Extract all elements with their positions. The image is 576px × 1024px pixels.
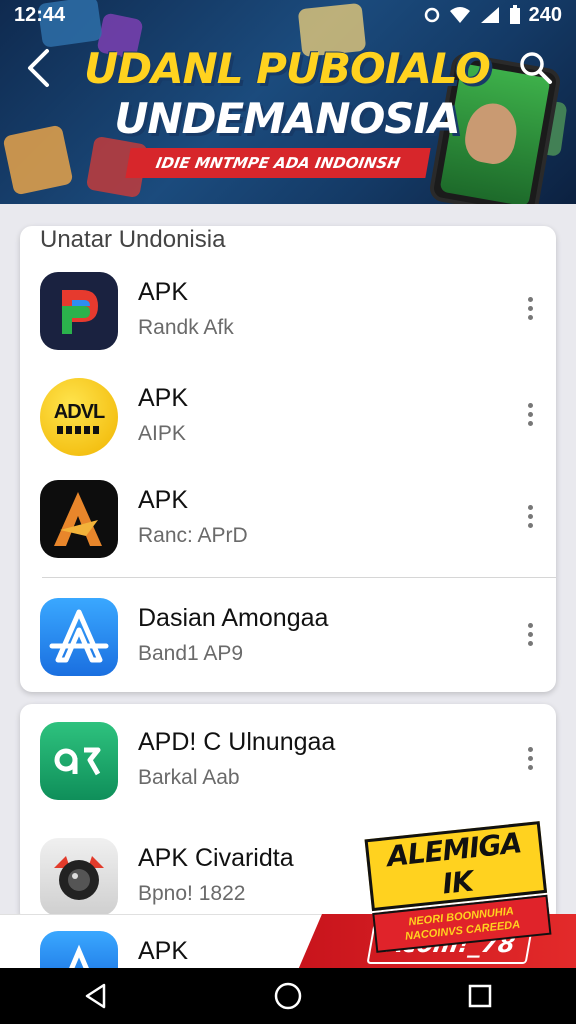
banner-ribbon: IDIE MNTMPE ADA INDOINSH <box>125 148 431 178</box>
battery-icon <box>509 5 520 24</box>
signal-icon <box>480 7 499 23</box>
green-apk-icon <box>40 722 118 800</box>
app-name: APK Civaridta <box>138 844 294 872</box>
more-options-icon[interactable] <box>518 614 542 654</box>
banner-title: UDANL PUBOIALO UNDEMANOSIA <box>52 44 522 144</box>
app-name: APK <box>138 486 189 514</box>
list-item[interactable]: Dasian Amongaa Band1 AP9 <box>20 586 556 686</box>
status-time: 12:44 <box>14 3 66 26</box>
back-arrow-icon <box>28 49 49 87</box>
app-name: APK <box>138 278 189 306</box>
list-item[interactable]: APK Ranc: APrD <box>20 468 556 568</box>
list-item[interactable]: APK Randk Afk <box>20 260 556 360</box>
list-item[interactable]: APD! C Ulnungaa Barkal Aab <box>20 710 556 810</box>
app-subtitle: Ranc: APrD <box>138 524 248 547</box>
promo-badge[interactable]: ALEMIGA IK NEORI BOONNUHIA NACOINVS CARE… <box>364 821 552 953</box>
more-options-icon[interactable] <box>518 738 542 778</box>
status-bar: 12:44 240 <box>0 0 576 30</box>
nav-home-button[interactable] <box>258 968 318 1024</box>
app-subtitle: Bpno! 1822 <box>138 882 246 905</box>
section-title: Unatar Undonisia <box>40 226 226 253</box>
app-name: Dasian Amongaa <box>138 604 329 632</box>
search-button[interactable] <box>516 46 556 90</box>
p-logo-icon <box>40 272 118 350</box>
nav-recents-button[interactable] <box>450 968 510 1024</box>
banner-title-line1: UDANL PUBOIALO <box>84 44 491 93</box>
more-options-icon[interactable] <box>518 288 542 328</box>
app-subtitle: Barkal Aab <box>138 766 240 789</box>
more-options-icon[interactable] <box>518 394 542 434</box>
battery-level: 240 <box>528 3 562 26</box>
recents-square-icon <box>468 984 492 1008</box>
sync-icon <box>424 7 439 23</box>
banner-title-line2: UNDEMANOSIA <box>114 94 460 143</box>
app-list-card: Unatar Undonisia APK Randk Afk ADVL APK … <box>20 226 556 692</box>
home-circle-icon <box>274 982 302 1010</box>
back-button[interactable] <box>18 46 58 90</box>
triangle-a-icon <box>40 480 118 558</box>
app-subtitle: AIPK <box>138 422 186 445</box>
list-item[interactable]: ADVL APK AIPK <box>20 366 556 466</box>
nav-back-button[interactable] <box>66 968 126 1024</box>
adv-badge-icon: ADVL <box>40 378 118 456</box>
system-nav-bar <box>0 968 576 1024</box>
app-subtitle: Randk Afk <box>138 316 234 339</box>
search-icon <box>520 52 552 84</box>
divider <box>42 577 556 578</box>
more-options-icon[interactable] <box>518 496 542 536</box>
app-name: APK <box>138 384 189 412</box>
app-store-a-icon <box>40 598 118 676</box>
app-subtitle: Band1 AP9 <box>138 642 244 665</box>
back-triangle-icon <box>85 983 106 1009</box>
app-name: APD! C Ulnungaa <box>138 728 336 756</box>
camera-lens-icon <box>40 838 118 916</box>
app-name: APK <box>138 937 189 965</box>
wifi-icon <box>449 7 470 23</box>
